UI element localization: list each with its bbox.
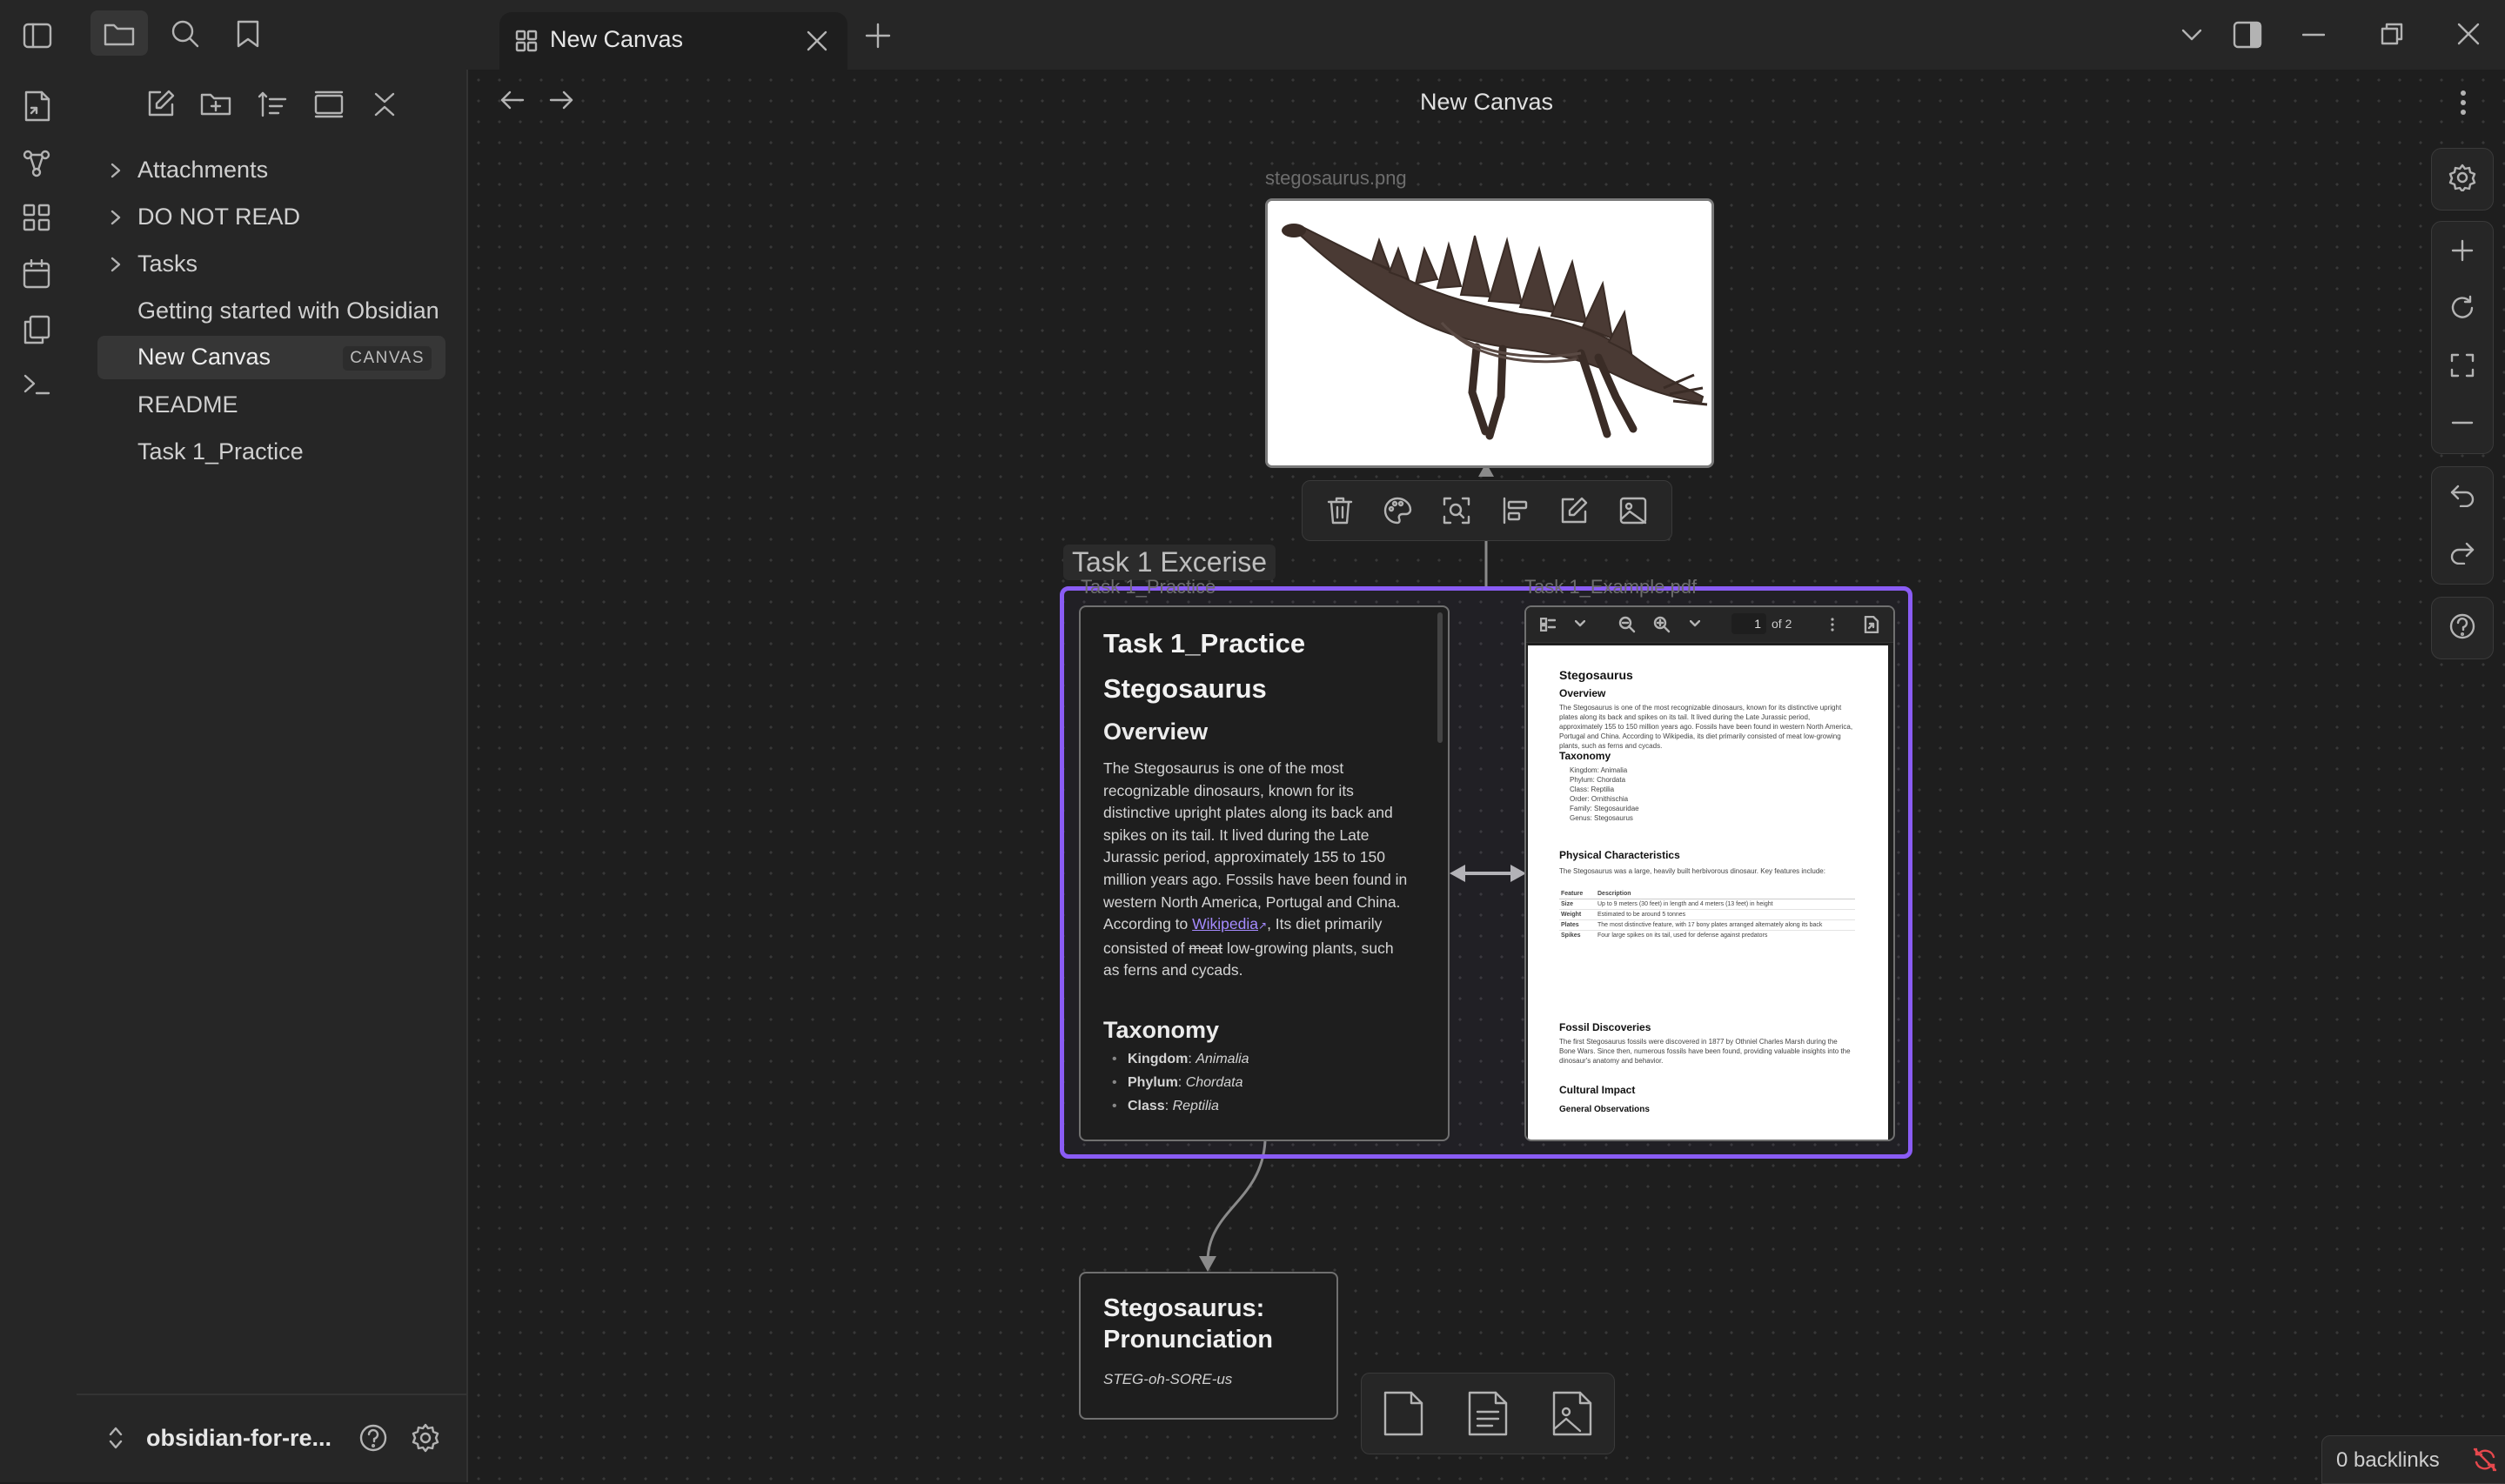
page-total: of 2 [1772,617,1792,631]
zoom-to-selection-icon[interactable] [1442,496,1471,525]
backlinks-count[interactable]: 0 backlinks [2336,1448,2440,1473]
image-node-label: stegosaurus.png [1265,167,1407,189]
node-toolbar [1302,480,1672,541]
text-node-pronunciation[interactable]: Stegosaurus: Pronunciation STEG-oh-SORE-… [1079,1272,1338,1420]
help-icon [2449,613,2475,639]
note-heading: Stegosaurus [1103,673,1267,704]
pdf-overview-text: The Stegosaurus is one of the most recog… [1559,704,1853,750]
redo-icon [2450,542,2475,565]
note-node-task-1-practice[interactable]: Task 1_Practice Stegosaurus Overview The… [1079,605,1450,1141]
undo-button[interactable] [2432,467,2493,525]
chevron-down-icon[interactable] [1690,620,1700,627]
overview-heading: Overview [1103,719,1209,745]
zoom-to-fit-button[interactable] [2432,337,2493,394]
taxonomy-heading: Taxonomy [1103,1016,1220,1043]
pdf-physical-text: The Stegosaurus was a large, heavily bui… [1559,867,1825,875]
canvas-settings-button[interactable] [2432,149,2493,206]
edge-arrowhead-down [1199,1256,1216,1272]
note-title: Task 1_Practice [1103,628,1306,658]
open-file-icon[interactable] [1864,616,1879,633]
stegosaurus-skeleton-image [1268,201,1711,465]
pdf-page: Stegosaurus Overview The Stegosaurus is … [1528,645,1888,1140]
list-item: Phylum: Chordata [1103,1075,1408,1091]
minus-icon [2451,421,2474,424]
wikipedia-link[interactable]: Wikipedia [1192,915,1258,933]
edge-note-to-pronunciation[interactable] [1206,1140,1267,1260]
zoom-out-button[interactable] [2432,394,2493,451]
settings-icon [2448,164,2476,191]
group-label[interactable]: Task 1 Excerise [1063,545,1276,580]
redo-button[interactable] [2432,525,2493,582]
pdf-node-label: Task 1_Example.pdf [1524,576,1698,598]
page-number-input[interactable]: 1 [1731,613,1766,634]
overview-text: The Stegosaurus is one of the most recog… [1103,759,1408,933]
canvas-settings-group [2431,148,2494,211]
image-node-stegosaurus[interactable] [1265,198,1714,468]
add-card-icon[interactable] [1382,1389,1425,1438]
pronunciation-title: Stegosaurus: Pronunciation [1103,1294,1273,1354]
list-item: Class: Reptilia [1103,1099,1408,1114]
strikethrough-text: meat [1189,939,1223,957]
add-media-icon[interactable] [1551,1389,1594,1438]
palette-icon[interactable] [1383,496,1412,525]
pronunciation-text: STEG-oh-SORE-us [1103,1371,1233,1387]
pdf-toolbar: 1 of 2 [1526,607,1893,643]
sidebar-toggle-icon[interactable] [1540,618,1556,632]
chevron-down-icon[interactable] [1575,620,1585,627]
pdf-taxonomy-list: Kingdom: Animalia Phylum: Chordata Class… [1570,766,1639,822]
fullscreen-icon [2450,353,2475,378]
pdf-taxonomy-heading: Taxonomy [1559,750,1611,762]
zoom-in-icon[interactable] [1653,616,1671,633]
zoom-out-icon[interactable] [1618,616,1636,633]
zoom-in-button[interactable] [2432,222,2493,279]
external-link-icon: ↗ [1258,919,1268,933]
help-group [2431,597,2494,659]
pdf-overview-heading: Overview [1559,687,1606,699]
pdf-general-heading: General Observations [1559,1105,1650,1114]
pdf-cultural-heading: Cultural Impact [1559,1084,1636,1096]
overview-paragraph: The Stegosaurus is one of the most recog… [1103,758,1408,982]
note-scrollbar[interactable] [1437,612,1443,743]
plus-icon [2451,239,2474,262]
image-icon[interactable] [1618,496,1648,525]
pdf-physical-heading: Physical Characteristics [1559,849,1680,861]
pdf-feature-table: Feature Description Size Up to 9 meters (3… [1559,889,1855,940]
rotate-icon [2451,295,2474,318]
undo-icon [2450,485,2475,507]
trash-icon[interactable] [1326,496,1354,525]
pdf-fossil-heading: Fossil Discoveries [1559,1021,1651,1033]
reset-zoom-button[interactable] [2432,279,2493,337]
taxonomy-list: Kingdom: Animalia Phylum: Chordata Class… [1103,1052,1408,1114]
pdf-title: Stegosaurus [1559,668,1633,682]
history-controls [2431,466,2494,585]
more-options-icon[interactable] [1831,618,1834,632]
canvas-add-toolbar [1361,1373,1615,1454]
zoom-controls [2431,221,2494,454]
status-bar: 0 backlinks [2321,1435,2505,1484]
list-item: Kingdom: Animalia [1103,1052,1408,1067]
add-note-from-vault-icon[interactable] [1466,1389,1510,1438]
note-node-label: Task 1_Practice [1081,576,1216,598]
help-button[interactable] [2432,598,2493,655]
pdf-fossil-text: The first Stegosaurus fossils were disco… [1559,1038,1851,1065]
sync-error-icon[interactable] [2472,1447,2498,1473]
edit-icon[interactable] [1559,496,1589,525]
pdf-node-task-1-example[interactable]: 1 of 2 Stegosaurus Overview The Stegosau… [1524,605,1895,1141]
align-icon[interactable] [1501,496,1530,525]
